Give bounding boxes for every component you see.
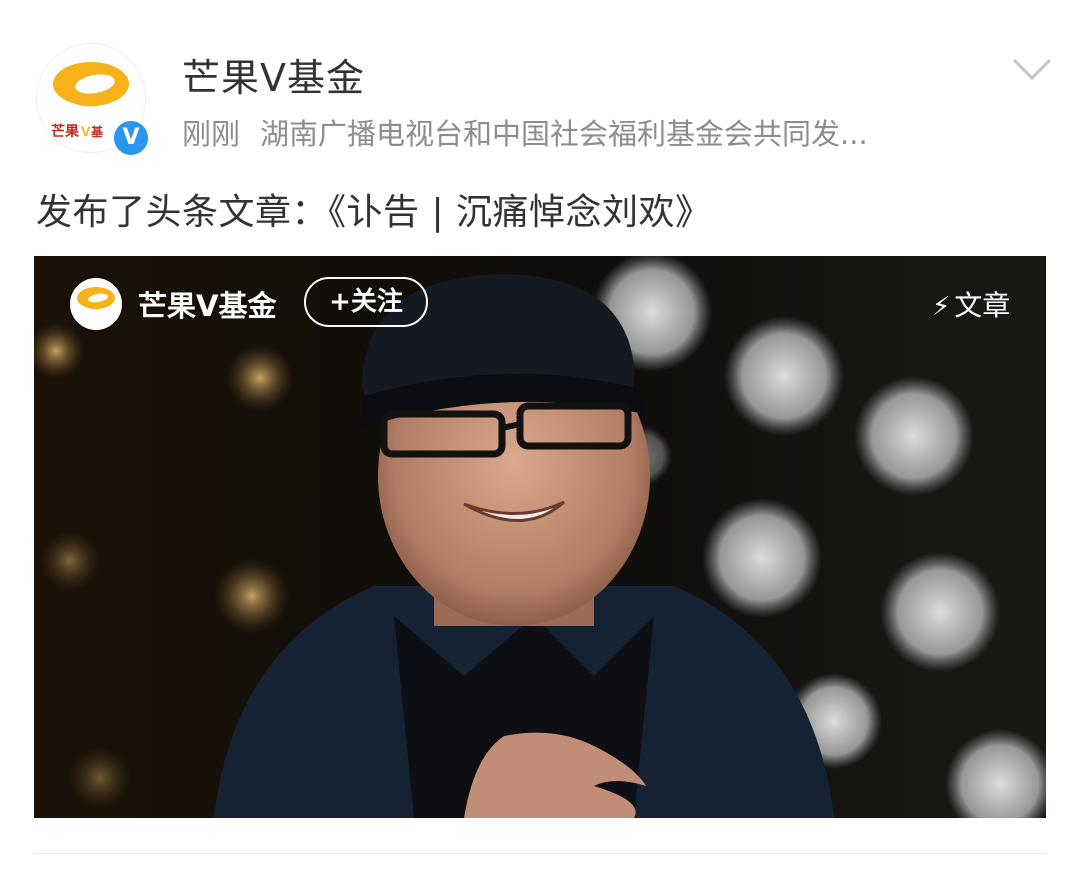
article-card[interactable]: 芒果V基金 +关注 ⚡ 文章: [34, 256, 1046, 818]
svg-text:V: V: [81, 123, 91, 139]
article-tag-label: 文章: [954, 289, 1011, 322]
post-meta: 刚刚 湖南广播电视台和中国社会福利基金会共同发...: [182, 111, 922, 153]
account-description: 湖南广播电视台和中国社会福利基金会共同发...: [260, 117, 868, 151]
chevron-down-icon[interactable]: [1012, 56, 1052, 84]
svg-text:基: 基: [90, 124, 104, 139]
article-tag: ⚡ 文章: [932, 284, 1010, 324]
divider: [34, 853, 1046, 854]
verified-icon: V: [111, 118, 151, 158]
weibo-post: 芒果 V 基 V 芒果V基金 刚刚 湖南广播电视台和中国社会福利基金会共同发...…: [0, 0, 1079, 885]
card-account-name[interactable]: 芒果V基金: [138, 283, 276, 325]
account-name[interactable]: 芒果V基金: [182, 47, 365, 102]
post-text[interactable]: 发布了头条文章：《讣告 | 沉痛悼念刘欢》: [36, 183, 712, 235]
card-avatar[interactable]: [70, 278, 122, 330]
post-time: 刚刚: [182, 117, 241, 151]
mango-logo-icon: [77, 287, 115, 310]
svg-text:芒果: 芒果: [51, 123, 80, 139]
article-cover-image: [34, 256, 1046, 818]
lightning-icon: ⚡: [932, 292, 951, 322]
follow-button[interactable]: +关注: [304, 277, 428, 327]
